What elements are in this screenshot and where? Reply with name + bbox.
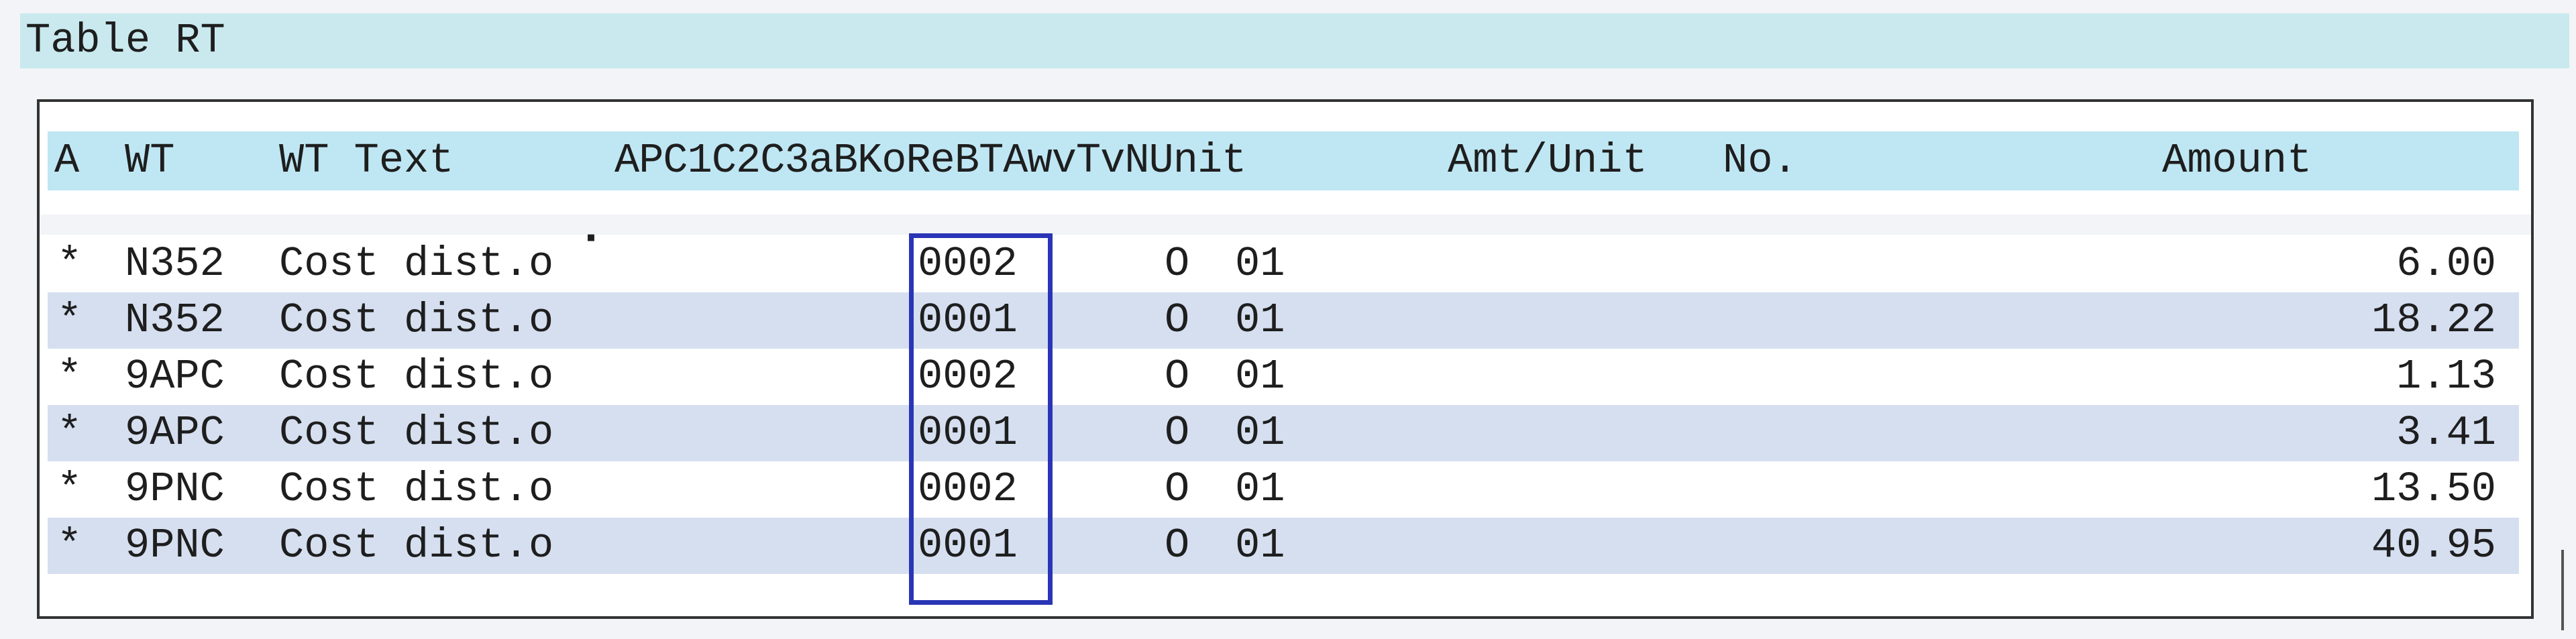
table-row[interactable]: * N352 Cost dist.o 0002 O 01 6.00: [48, 236, 2519, 292]
row-marker: *: [57, 353, 83, 400]
table-row[interactable]: * 9APC Cost dist.o 0002 O 01 1.13: [48, 349, 2519, 405]
table-row[interactable]: * 9APC Cost dist.o 0001 O 01 3.41: [48, 405, 2519, 461]
col-header-wt-text[interactable]: WT Text: [279, 131, 453, 190]
row-number: 01: [1235, 522, 1285, 569]
row-wt-text: Cost dist.o: [279, 409, 554, 457]
row-wt: 9PNC: [125, 522, 225, 569]
row-marker: *: [57, 240, 83, 288]
row-number: 01: [1235, 353, 1285, 400]
col-header-a[interactable]: A: [54, 131, 79, 190]
row-amount: 3.41: [2396, 409, 2496, 457]
table-row[interactable]: * 9PNC Cost dist.o 0002 O 01 13.50: [48, 461, 2519, 518]
row-amount: 1.13: [2396, 353, 2496, 400]
col-header-amt-unit[interactable]: Amt/Unit: [1448, 131, 1648, 190]
row-flag: O: [1165, 240, 1190, 288]
col-header-codes[interactable]: APC1C2C3aBKoReBTAwvTvNUnit: [614, 131, 1246, 190]
scroll-edge-mark: [2561, 550, 2564, 630]
row-amount: 6.00: [2396, 240, 2496, 288]
col-header-amount[interactable]: Amount: [2162, 131, 2312, 190]
header-separator: [40, 215, 2531, 235]
row-marker: *: [57, 522, 83, 569]
col-header-no[interactable]: No.: [1723, 131, 1798, 190]
row-number: 01: [1235, 465, 1285, 513]
row-wt-text: Cost dist.o: [279, 240, 554, 288]
row-number: 01: [1235, 240, 1285, 288]
row-wt-text: Cost dist.o: [279, 296, 554, 344]
row-amount: 13.50: [2371, 465, 2496, 513]
row-amount: 18.22: [2371, 296, 2496, 344]
row-wt: 9PNC: [125, 465, 225, 513]
row-wt-text: Cost dist.o: [279, 465, 554, 513]
table-row[interactable]: * N352 Cost dist.o 0001 O 01 18.22: [48, 292, 2519, 349]
row-flag: O: [1165, 409, 1190, 457]
col-header-wt[interactable]: WT: [125, 131, 174, 190]
row-flag: O: [1165, 353, 1190, 400]
window-title-bar: Table RT: [20, 13, 2569, 68]
row-marker: *: [57, 296, 83, 344]
row-flag: O: [1165, 465, 1190, 513]
row-flag: O: [1165, 522, 1190, 569]
row-wt: 9APC: [125, 409, 225, 457]
row-wt: 9APC: [125, 353, 225, 400]
window-title: Table RT: [25, 17, 225, 64]
row-wt: N352: [125, 296, 225, 344]
row-marker: *: [57, 465, 83, 513]
row-wt-text: Cost dist.o: [279, 353, 554, 400]
row-marker: *: [57, 409, 83, 457]
row-number: 01: [1235, 409, 1285, 457]
row-flag: O: [1165, 296, 1190, 344]
row-number: 01: [1235, 296, 1285, 344]
table-frame: A WT WT Text APC1C2C3aBKoReBTAwvTvNUnit …: [37, 99, 2534, 619]
table-header-row: A WT WT Text APC1C2C3aBKoReBTAwvTvNUnit …: [48, 131, 2519, 190]
highlight-box: [909, 233, 1053, 605]
row-wt-text: Cost dist.o: [279, 522, 554, 569]
row-amount: 40.95: [2371, 522, 2496, 569]
table-row[interactable]: * 9PNC Cost dist.o 0001 O 01 40.95: [48, 518, 2519, 574]
row-wt: N352: [125, 240, 225, 288]
